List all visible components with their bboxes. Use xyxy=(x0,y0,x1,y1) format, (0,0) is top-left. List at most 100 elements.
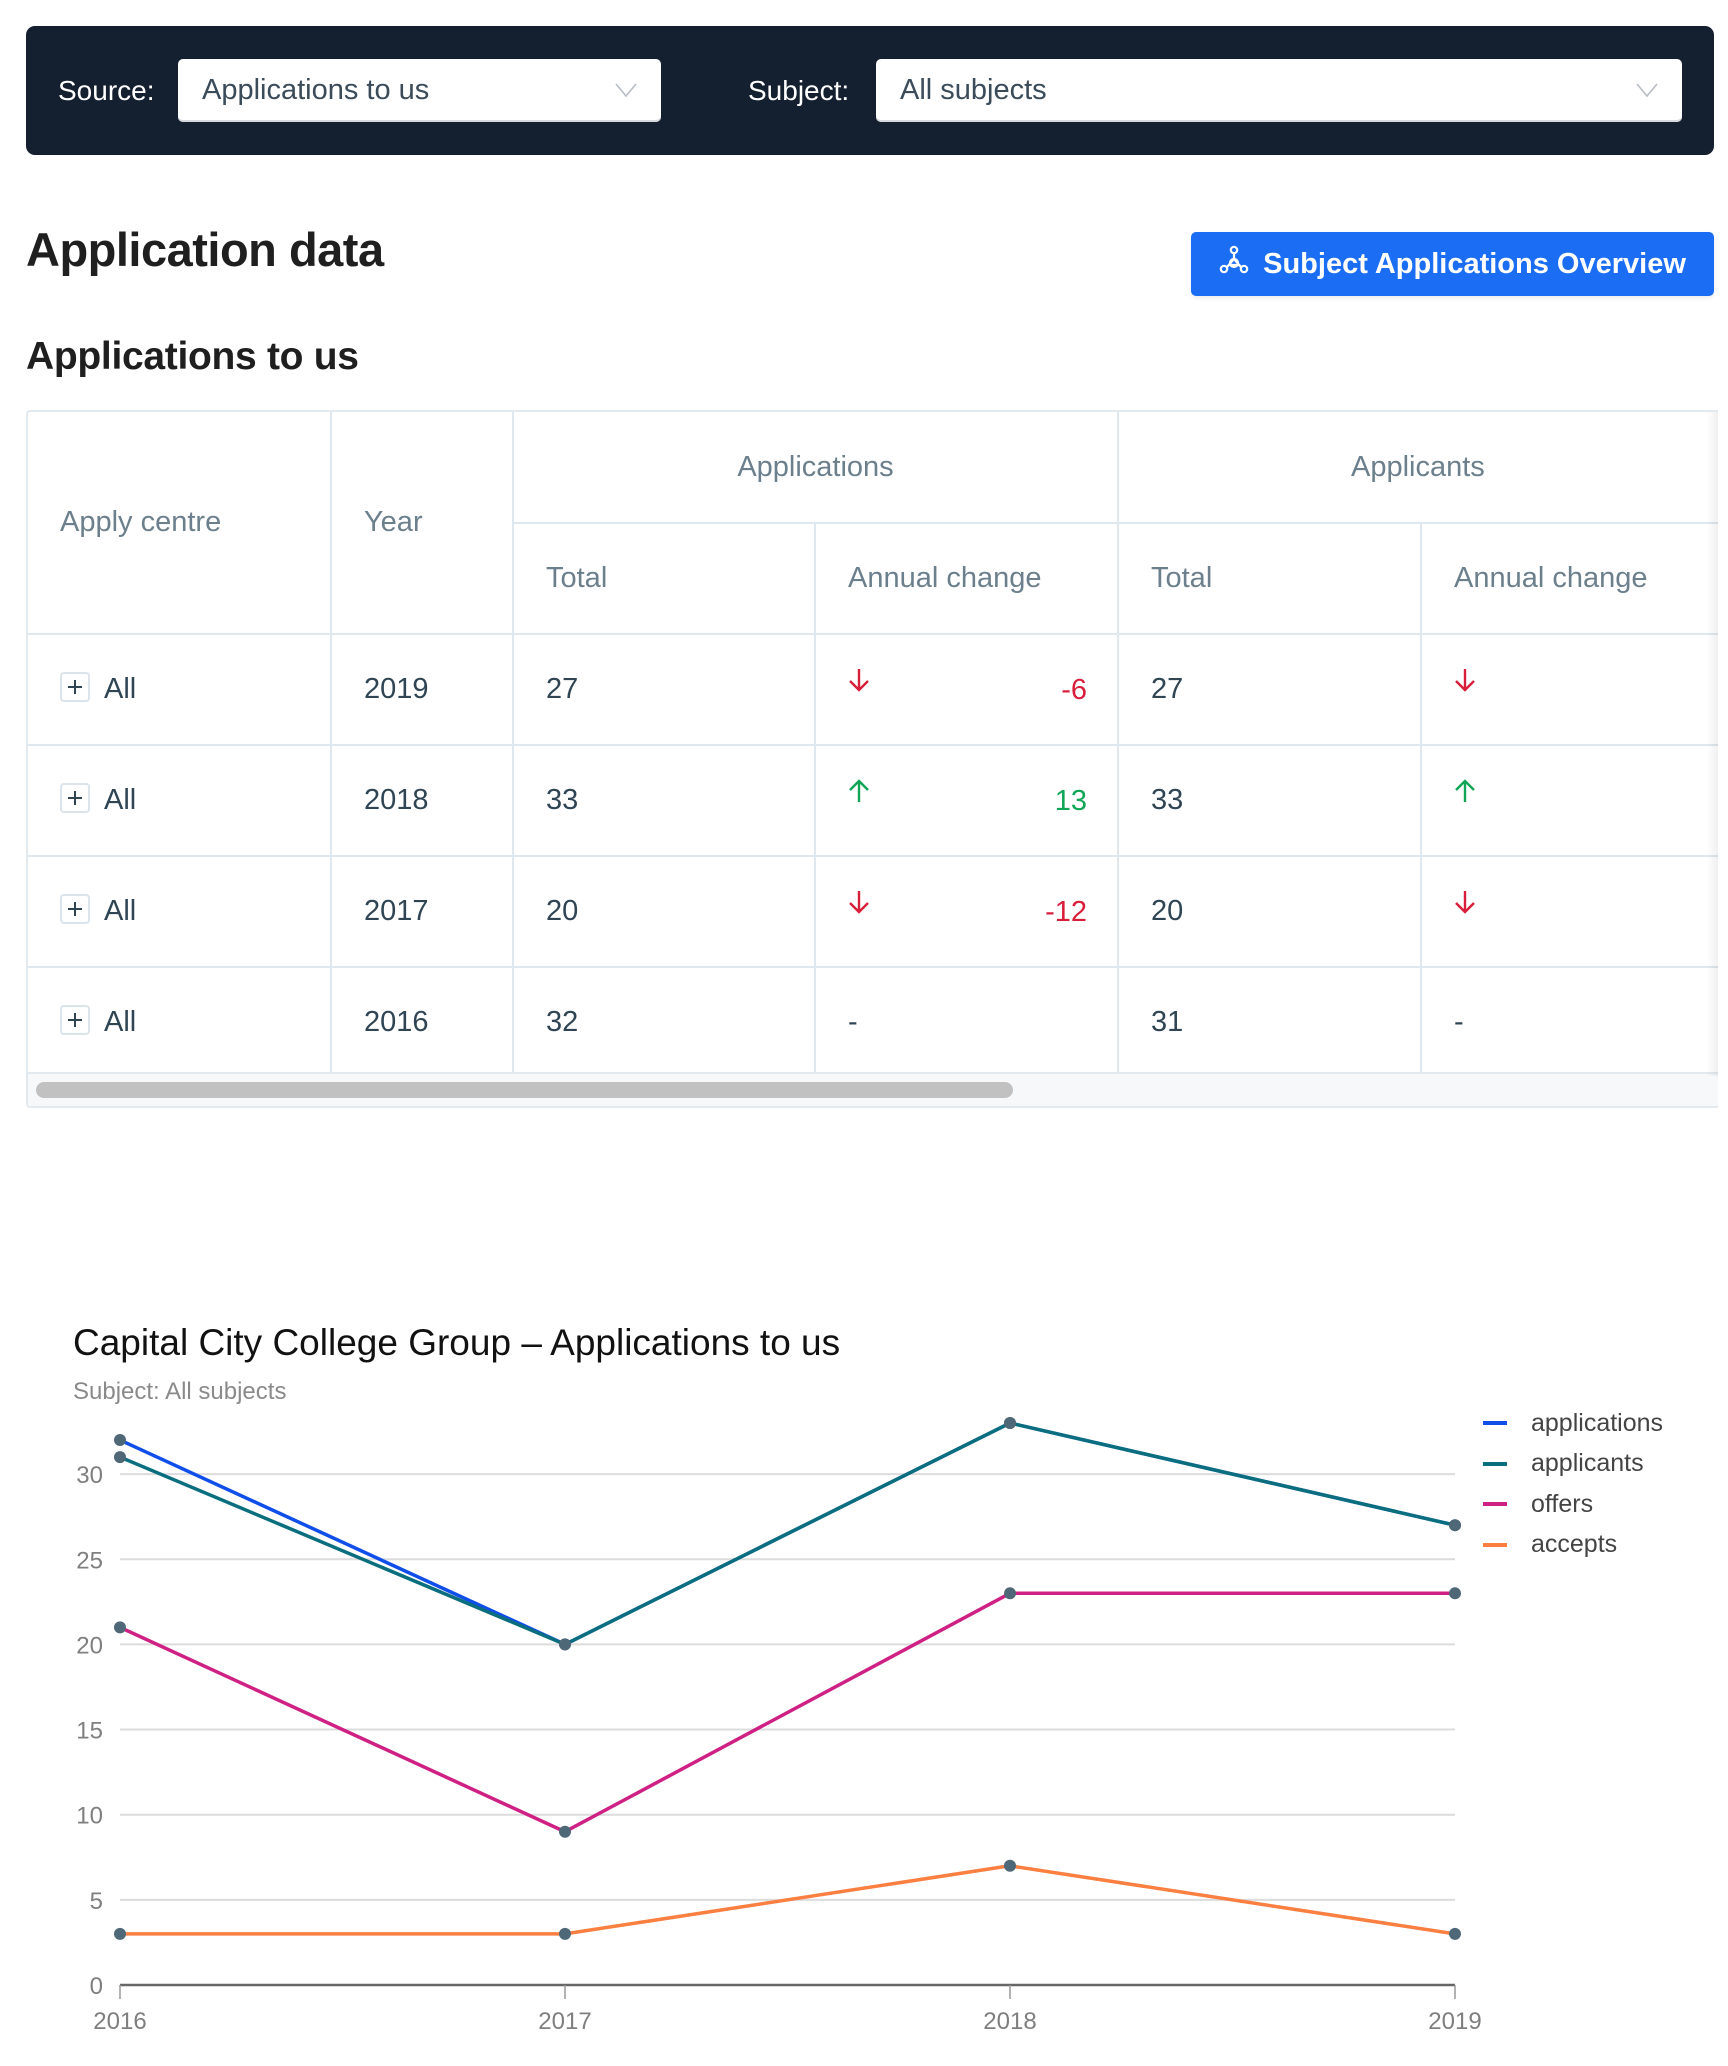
page-title: Application data xyxy=(26,223,384,276)
cell-applicants-change: -6 xyxy=(1420,633,1718,746)
apply-centre-value: All xyxy=(104,895,137,927)
data-point-applicants xyxy=(559,1638,571,1651)
header-applications-annual-change[interactable]: Annual change xyxy=(814,522,1119,635)
overview-button-label: Subject Applications Overview xyxy=(1263,247,1686,280)
data-point-accepts xyxy=(114,1927,126,1940)
legend-swatch xyxy=(1483,1502,1507,1507)
cell-applications-change: 13 xyxy=(814,744,1119,857)
table-row: All 2016 32 - 31 - xyxy=(28,966,1718,1079)
cell-applicants-total: 27 xyxy=(1117,633,1422,746)
data-point-accepts xyxy=(559,1927,571,1940)
y-tick-label: 15 xyxy=(76,1718,103,1745)
header-applicants-group: Applicants xyxy=(1117,412,1718,524)
cell-applicants-total: 31 xyxy=(1117,966,1422,1079)
cell-applications-total: 27 xyxy=(512,633,816,746)
legend-swatch xyxy=(1483,1542,1507,1547)
cell-applicants-total: 33 xyxy=(1117,744,1422,857)
source-select-value: Applications to us xyxy=(202,74,430,106)
legend-item-accepts[interactable]: accepts xyxy=(1483,1525,1663,1566)
legend-label: accepts xyxy=(1531,1530,1618,1559)
legend-item-offers[interactable]: offers xyxy=(1483,1484,1663,1525)
data-point-accepts xyxy=(1004,1859,1016,1872)
data-point-applicants xyxy=(114,1451,126,1464)
legend-label: applications xyxy=(1531,1408,1664,1437)
horizontal-scrollbar[interactable] xyxy=(28,1072,1718,1106)
data-point-offers xyxy=(1449,1587,1461,1600)
cell-apply-centre: All xyxy=(28,744,332,857)
header-applications-group: Applications xyxy=(512,412,1119,524)
arrow-down-icon xyxy=(1454,889,1476,923)
cell-year: 2017 xyxy=(330,855,514,968)
apply-centre-value: All xyxy=(104,673,137,705)
data-point-offers xyxy=(559,1825,571,1838)
table-row: All 2018 33 13 33 13 xyxy=(28,744,1718,857)
y-tick-label: 10 xyxy=(76,1803,103,1830)
cell-applications-change-value: -12 xyxy=(1045,896,1087,928)
cell-applications-change: - xyxy=(814,966,1119,1079)
arrow-up-icon xyxy=(1454,778,1476,812)
cell-applicants-change: -11 xyxy=(1420,855,1718,968)
chevron-down-icon xyxy=(615,59,637,122)
legend-swatch xyxy=(1483,1461,1507,1466)
header-applications-total[interactable]: Total xyxy=(513,522,816,635)
section-title: Applications to us xyxy=(26,335,359,378)
data-point-applicants xyxy=(1449,1519,1461,1532)
legend-swatch xyxy=(1483,1421,1507,1426)
cell-applications-total: 20 xyxy=(512,855,816,968)
expand-row-button[interactable] xyxy=(60,783,90,814)
chart-legend: applications applicants offers accepts xyxy=(1483,1403,1663,1565)
apply-centre-value: All xyxy=(104,784,137,816)
arrow-down-icon xyxy=(848,889,870,923)
x-tick-label: 2017 xyxy=(538,2008,591,2035)
apply-centre-value: All xyxy=(104,1006,137,1038)
expand-row-button[interactable] xyxy=(60,1005,90,1036)
header-applicants-annual-change[interactable]: Annual change xyxy=(1420,522,1718,635)
y-tick-label: 5 xyxy=(90,1888,103,1915)
data-point-offers xyxy=(114,1621,126,1634)
expand-row-button[interactable] xyxy=(60,672,90,703)
table-row: All 2017 20 -12 20 -11 xyxy=(28,855,1718,968)
data-point-applications xyxy=(114,1434,126,1447)
chevron-down-icon xyxy=(1636,59,1658,122)
cell-applications-change: -12 xyxy=(814,855,1119,968)
x-tick-label: 2018 xyxy=(983,2008,1036,2035)
cell-applications-change-value: -6 xyxy=(1061,674,1087,706)
legend-item-applicants[interactable]: applicants xyxy=(1483,1444,1663,1485)
x-tick-label: 2019 xyxy=(1428,2008,1481,2035)
applications-table: Apply centre Year Applications Applicant… xyxy=(26,410,1718,1108)
cell-year: 2018 xyxy=(330,744,514,857)
legend-label: offers xyxy=(1531,1489,1594,1518)
legend-item-applications[interactable]: applications xyxy=(1483,1403,1663,1444)
chart-title: Capital City College Group – Application… xyxy=(73,1322,841,1363)
cell-applicants-total: 20 xyxy=(1117,855,1422,968)
line-chart: 0 5 10 15 20 25 30 2016 2017 2018 2019 xyxy=(76,1417,1482,2035)
cell-apply-centre: All xyxy=(28,633,332,746)
y-tick-label: 25 xyxy=(76,1547,103,1574)
cell-applications-total: 32 xyxy=(512,966,816,1079)
cell-applications-change-value: - xyxy=(848,1006,858,1038)
legend-label: applicants xyxy=(1531,1449,1644,1478)
data-point-offers xyxy=(1004,1587,1016,1600)
source-select[interactable]: Applications to us xyxy=(178,59,661,122)
scrollbar-thumb[interactable] xyxy=(36,1082,1013,1098)
cell-applicants-change-value: - xyxy=(1454,1006,1464,1038)
cell-applications-total: 33 xyxy=(512,744,816,857)
header-apply-centre[interactable]: Apply centre xyxy=(28,412,332,635)
subject-select[interactable]: All subjects xyxy=(876,59,1682,122)
header-year[interactable]: Year xyxy=(330,412,514,635)
cell-apply-centre: All xyxy=(28,966,332,1079)
y-tick-label: 20 xyxy=(76,1632,103,1659)
cell-applicants-change: 13 xyxy=(1420,744,1718,857)
series-line-offers xyxy=(119,1591,1455,1834)
table-row: All 2019 27 -6 27 -6 xyxy=(28,633,1718,746)
filter-bar: Source: Applications to us Subject: All … xyxy=(26,26,1714,155)
subject-applications-overview-button[interactable]: Subject Applications Overview xyxy=(1191,232,1714,296)
arrow-down-icon xyxy=(848,667,870,701)
y-tick-label: 30 xyxy=(76,1462,103,1489)
subject-label: Subject: xyxy=(748,75,850,106)
expand-row-button[interactable] xyxy=(60,894,90,925)
network-icon xyxy=(1219,245,1249,283)
header-applicants-total[interactable]: Total xyxy=(1117,522,1422,635)
cell-year: 2016 xyxy=(330,966,514,1079)
source-label: Source: xyxy=(58,75,155,106)
